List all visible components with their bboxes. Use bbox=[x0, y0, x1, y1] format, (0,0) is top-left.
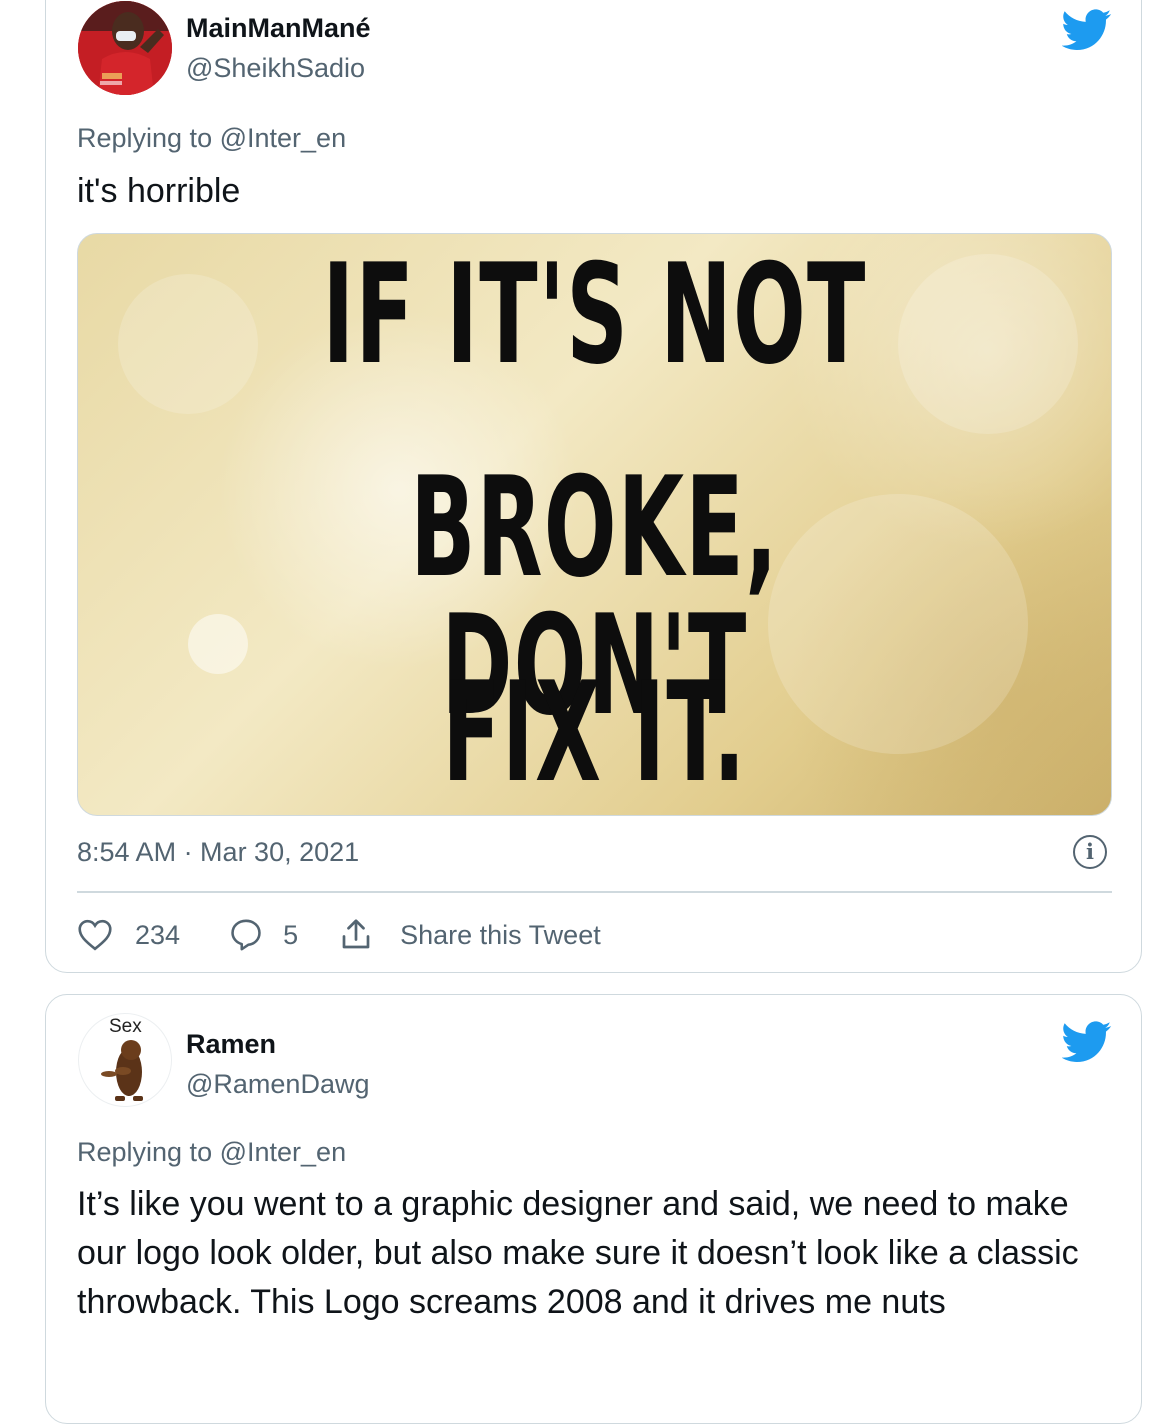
mention-link[interactable]: @Inter_en bbox=[220, 123, 346, 153]
avatar[interactable] bbox=[78, 1, 172, 95]
meme-text-line: IF IT'S NOT bbox=[322, 234, 867, 395]
meme-text-line: FIX IT. bbox=[442, 652, 747, 813]
avatar[interactable]: Sex bbox=[78, 1013, 172, 1107]
reply-bubble-icon bbox=[231, 919, 261, 951]
user-handle[interactable]: @SheikhSadio bbox=[186, 53, 365, 84]
replying-prefix: Replying to bbox=[77, 1137, 213, 1167]
avatar-image bbox=[78, 1, 172, 95]
tweet-actions: 234 5 Share this Tweet bbox=[77, 915, 601, 955]
twitter-bird-icon[interactable] bbox=[1062, 9, 1112, 51]
divider bbox=[77, 891, 1112, 893]
tweet-card-1[interactable]: MainManMané @SheikhSadio Replying to @In… bbox=[45, 0, 1142, 973]
tweet-timestamp[interactable]: 8:54 AM · Mar 30, 2021 bbox=[77, 837, 359, 868]
reply-button[interactable]: 5 bbox=[228, 918, 298, 952]
bokeh-decoration bbox=[898, 254, 1078, 434]
tweet-text: it's horrible bbox=[77, 172, 241, 210]
bokeh-decoration bbox=[188, 614, 248, 674]
bokeh-decoration bbox=[118, 274, 258, 414]
replying-to: Replying to @Inter_en bbox=[77, 1137, 346, 1168]
like-count: 234 bbox=[135, 919, 181, 950]
tweet-media[interactable]: IF IT'S NOT BROKE, DON'T FIX IT. bbox=[77, 233, 1112, 816]
display-name[interactable]: MainManMané bbox=[186, 13, 371, 44]
share-button[interactable]: Share this Tweet bbox=[338, 917, 601, 953]
tweet-text: It’s like you went to a graphic designer… bbox=[77, 1185, 1079, 1321]
tweet-card-2[interactable]: Sex Ramen @RamenDawg Replying to @Inter_… bbox=[45, 994, 1142, 1424]
info-icon[interactable]: i bbox=[1073, 835, 1107, 869]
share-icon bbox=[342, 919, 370, 949]
display-name[interactable]: Ramen bbox=[186, 1029, 276, 1060]
twitter-bird-icon[interactable] bbox=[1062, 1021, 1112, 1063]
replying-prefix: Replying to bbox=[77, 123, 213, 153]
replying-to: Replying to @Inter_en bbox=[77, 123, 346, 154]
heart-icon bbox=[78, 919, 112, 951]
share-label: Share this Tweet bbox=[400, 919, 601, 950]
like-button[interactable]: 234 bbox=[77, 919, 180, 951]
reply-count: 5 bbox=[283, 919, 299, 950]
mention-link[interactable]: @Inter_en bbox=[220, 1137, 346, 1167]
user-handle[interactable]: @RamenDawg bbox=[186, 1069, 369, 1100]
avatar-caption: Sex bbox=[109, 1016, 142, 1037]
